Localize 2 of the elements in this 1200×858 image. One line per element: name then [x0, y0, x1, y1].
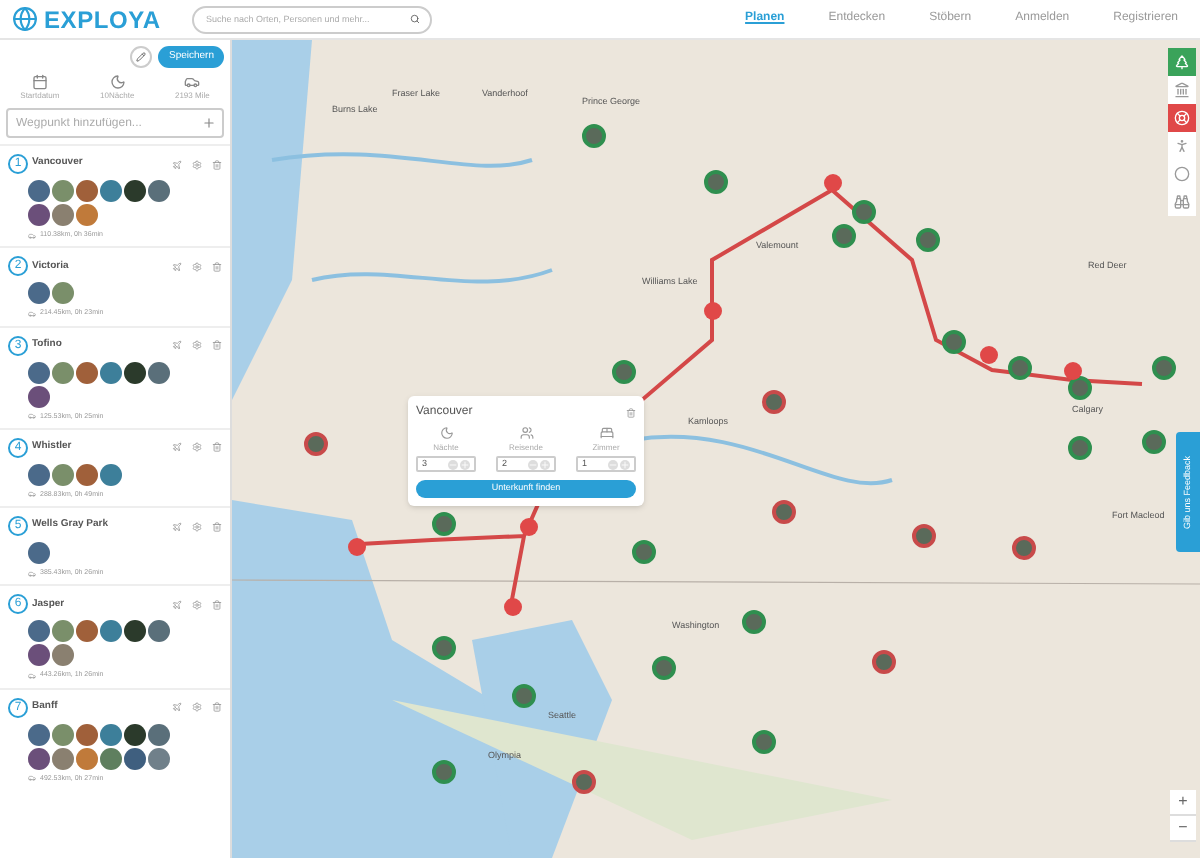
zoom-button[interactable]: −: [1170, 816, 1196, 842]
zoom-button[interactable]: +: [1170, 790, 1196, 816]
